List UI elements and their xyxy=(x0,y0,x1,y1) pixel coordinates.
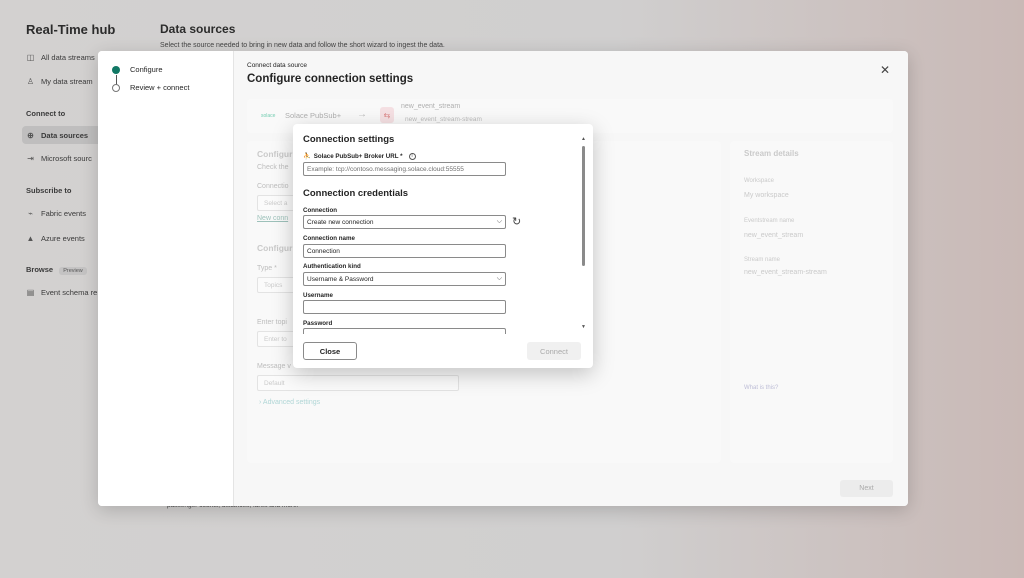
scroll-down-icon[interactable]: ▼ xyxy=(581,324,586,330)
stream-label: Stream name xyxy=(744,257,781,263)
broker-url-input[interactable]: Example: tcp://contoso.messaging.solace.… xyxy=(303,162,506,176)
scroll-up-icon[interactable]: ▲ xyxy=(581,136,586,142)
sidebar-item-microsoft-sources[interactable]: ⇥ Microsoft sourc xyxy=(26,154,92,163)
eventstream-name: new_event_stream xyxy=(401,103,461,110)
plus-circle-icon: ⊕ xyxy=(27,131,34,140)
close-button[interactable]: Close xyxy=(303,342,357,360)
sidebar-item-event-schema[interactable]: ▤ Event schema re xyxy=(26,288,98,297)
sidebar-item-all-data-streams[interactable]: ◫ All data streams xyxy=(26,53,95,62)
message-label: Message v xyxy=(257,363,291,370)
password-input[interactable] xyxy=(303,328,506,334)
azure-icon: ▲ xyxy=(26,234,35,243)
new-connection-link[interactable]: New conn xyxy=(257,215,288,222)
step-label: Review + connect xyxy=(130,83,190,92)
advanced-settings-toggle[interactable]: › Advanced settings xyxy=(259,399,320,406)
stream-value: new_event_stream-stream xyxy=(744,269,827,276)
step-active-dot xyxy=(112,65,120,74)
sidebar-item-my-data-streams[interactable]: ♙ My data stream xyxy=(26,77,93,86)
connection-name-label: Connection name xyxy=(303,235,355,242)
message-select[interactable]: Default xyxy=(257,375,459,391)
what-is-this-link[interactable]: What is this? xyxy=(744,385,778,391)
connection-credentials-heading: Connection credentials xyxy=(303,188,409,199)
refresh-icon[interactable]: ↻ xyxy=(512,215,521,228)
details-title: Stream details xyxy=(744,149,799,158)
form-section-heading-2: Configur xyxy=(257,243,293,253)
source-name: Solace PubSub+ xyxy=(285,111,342,120)
form-section-heading: Configur xyxy=(257,149,293,159)
connect-button[interactable]: Connect xyxy=(527,342,581,360)
eventstream-label: Eventstream name xyxy=(744,218,795,224)
broker-url-label: ⛹ Solace PubSub+ Broker URL * i xyxy=(303,152,416,160)
close-icon[interactable]: ✕ xyxy=(880,63,890,77)
breadcrumb: Connect data source xyxy=(247,62,307,69)
chevron-right-icon: › xyxy=(259,399,262,406)
next-button[interactable]: Next xyxy=(840,480,893,497)
section-subscribe-to: Subscribe to xyxy=(26,186,72,195)
step-review-connect: Review + connect xyxy=(112,83,189,92)
info-icon[interactable]: i xyxy=(408,152,416,160)
connection-label: Connectio xyxy=(257,183,289,190)
username-input[interactable] xyxy=(303,300,506,314)
section-connect-to: Connect to xyxy=(26,109,66,118)
workspace-value[interactable]: My workspace xyxy=(744,192,789,199)
person-run-icon: ⛹ xyxy=(303,153,311,160)
sidebar-item-label: My data stream xyxy=(41,77,93,86)
person-icon: ♙ xyxy=(26,77,35,86)
auth-kind-value: Username & Password xyxy=(307,275,374,283)
form-help-text: Check the xyxy=(257,164,289,171)
auth-kind-label: Authentication kind xyxy=(303,263,361,270)
page-subtitle: Select the source needed to bring in new… xyxy=(160,42,445,49)
schema-icon: ▤ xyxy=(26,288,35,297)
sidebar-item-label: Event schema re xyxy=(41,288,98,297)
sidebar-item-label: All data streams xyxy=(41,53,95,62)
sidebar-item-azure-events[interactable]: ▲ Azure events xyxy=(26,234,85,243)
topic-label: Enter topi xyxy=(257,319,287,326)
chevron-down-icon: ⌵ xyxy=(496,218,502,225)
advanced-settings-label: Advanced settings xyxy=(262,399,321,406)
password-label: Password xyxy=(303,320,333,327)
auth-kind-dropdown[interactable]: Username & Password ⌵ xyxy=(303,272,506,286)
eventstream-value: new_event_stream xyxy=(744,232,804,239)
chevron-down-icon: ⌵ xyxy=(496,275,502,282)
hub-title: Real-Time hub xyxy=(26,22,116,37)
sidebar-item-label: Microsoft sourc xyxy=(41,154,92,163)
section-browse-label: Browse xyxy=(26,265,54,274)
connection-label: Connection xyxy=(303,207,338,214)
connection-settings-dialog: Connection settings ⛹ Solace PubSub+ Bro… xyxy=(293,124,593,368)
connection-name-input[interactable]: Connection xyxy=(303,244,506,258)
step-label: Configure xyxy=(130,65,163,74)
stream-icon: ◫ xyxy=(26,53,35,62)
page-title: Data sources xyxy=(160,22,236,36)
stream-details-panel: Stream details Workspace My workspace Ev… xyxy=(730,141,893,463)
wizard-steps-panel: Configure Review + connect xyxy=(98,51,234,506)
sidebar-item-data-sources[interactable]: ⊕ Data sources xyxy=(26,131,88,140)
connection-settings-heading: Connection settings xyxy=(303,134,395,145)
eventstream-icon: ⇆ xyxy=(380,107,394,123)
workspace-label: Workspace xyxy=(744,178,774,184)
wizard-title: Configure connection settings xyxy=(247,73,414,85)
section-browse: Browse Preview xyxy=(26,265,87,275)
scrollbar-thumb[interactable] xyxy=(582,146,585,266)
step-configure: Configure xyxy=(112,65,163,74)
step-inactive-dot xyxy=(112,83,120,92)
connection-dropdown-value: Create new connection xyxy=(307,218,374,226)
arrow-right-icon: → xyxy=(357,109,367,120)
type-label: Type * xyxy=(257,265,277,272)
sidebar-item-fabric-events[interactable]: ⌁ Fabric events xyxy=(26,209,86,218)
preview-badge: Preview xyxy=(59,267,87,275)
username-label: Username xyxy=(303,292,333,299)
event-icon: ⌁ xyxy=(28,209,33,218)
sidebar-item-label: Data sources xyxy=(41,131,89,140)
sidebar-item-label: Fabric events xyxy=(41,209,87,218)
arrow-in-icon: ⇥ xyxy=(27,154,34,163)
connection-dropdown[interactable]: Create new connection ⌵ xyxy=(303,215,506,229)
scrollbar[interactable]: ▲ ▼ xyxy=(581,136,587,331)
solace-logo: solace xyxy=(261,113,276,119)
sidebar-item-label: Azure events xyxy=(41,234,85,243)
connection-settings-scroll-area[interactable]: Connection settings ⛹ Solace PubSub+ Bro… xyxy=(293,124,583,334)
broker-url-label-text: Solace PubSub+ Broker URL * xyxy=(313,152,403,160)
stream-name: new_event_stream-stream xyxy=(405,116,482,123)
